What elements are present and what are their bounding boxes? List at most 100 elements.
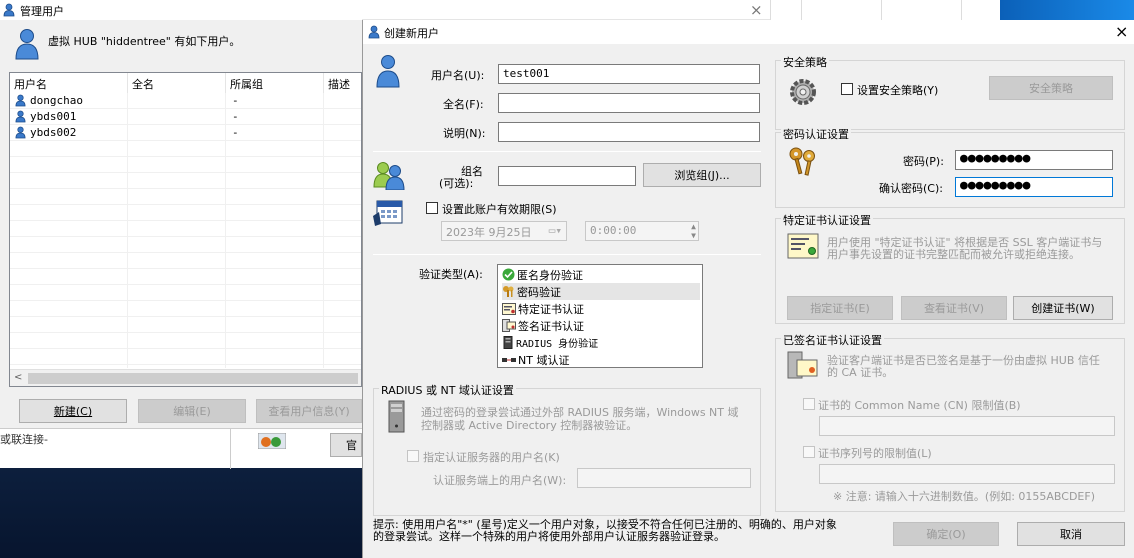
radius-group-title: RADIUS 或 NT 域认证设置: [379, 382, 516, 398]
check-circle-icon: [502, 268, 515, 281]
radius-specify-checkbox[interactable]: [407, 450, 419, 462]
hex-note: ※ 注意: 请输入十六进制数值。(例如: 0155ABCDEF): [833, 490, 1096, 503]
auth-item-password[interactable]: 密码验证: [502, 283, 700, 300]
username-label: 用户名(U):: [431, 69, 485, 82]
confirm-password-label: 确认密码(C):: [879, 182, 943, 195]
radius-desc-line2: 控制器或 Active Directory 控制器被验证。: [421, 419, 638, 432]
certificate-icon: [502, 302, 516, 315]
background-close-icon[interactable]: ×: [750, 1, 763, 19]
username-input[interactable]: test001: [498, 64, 760, 84]
confirm-password-input[interactable]: ●●●●●●●●●: [955, 177, 1113, 197]
password-label: 密码(P):: [903, 155, 944, 168]
specify-cert-button[interactable]: 指定证书(E): [787, 296, 893, 320]
hint-line2: 的登录尝试。这样一个特殊的用户将使用外部用户认证服务器验证登录。: [373, 530, 725, 543]
browse-group-button[interactable]: 浏览组(J)...: [643, 163, 761, 187]
security-policy-button[interactable]: 安全策略: [989, 76, 1113, 100]
signed-cert-icon: [787, 351, 818, 379]
cancel-button[interactable]: 取消: [1017, 522, 1125, 546]
user-icon: [368, 25, 380, 39]
signed-cert-icon: [502, 319, 516, 332]
desktop-background-right: [1000, 0, 1134, 20]
cn-limit-input[interactable]: [819, 416, 1115, 436]
column-header-fullname[interactable]: 全名: [128, 73, 226, 93]
column-header-username[interactable]: 用户名: [10, 73, 128, 93]
auth-item-specific-cert[interactable]: 特定证书认证: [502, 300, 700, 317]
create-cert-button[interactable]: 创建证书(W): [1013, 296, 1113, 320]
security-group-title: 安全策略: [781, 54, 829, 70]
network-status-icon: [258, 433, 286, 449]
scrollbar-thumb[interactable]: [28, 373, 358, 384]
calendar-dropdown-icon[interactable]: ▭▾: [549, 224, 562, 237]
radius-specify-label: 指定认证服务器的用户名(K): [423, 451, 560, 464]
certificate-icon: [787, 233, 819, 259]
dialog-title: 创建新用户: [384, 27, 439, 40]
time-picker[interactable]: 0:00:00 ▲ ▼: [585, 221, 699, 241]
keys-icon: [503, 286, 514, 297]
fullname-label: 全名(F):: [443, 98, 484, 111]
cn-limit-label: 证书的 Common Name (CN) 限制值(B): [818, 399, 1021, 412]
server-tower-icon: [388, 400, 405, 433]
password-input[interactable]: ●●●●●●●●●: [955, 150, 1113, 170]
auth-type-listbox[interactable]: 匿名身份验证 密码验证 特定证书认证 签名证书认证 RADIUS 身份验证 NT…: [497, 264, 703, 368]
scroll-left-icon[interactable]: <: [14, 372, 22, 383]
note-input[interactable]: [498, 122, 760, 142]
auth-type-label: 验证类型(A):: [419, 268, 483, 281]
left-window-title: 管理用户: [20, 5, 64, 18]
group-users-icon: [373, 162, 405, 190]
radius-username-input[interactable]: [577, 468, 751, 488]
password-group-title: 密码认证设置: [781, 126, 851, 142]
horizontal-scrollbar[interactable]: <: [10, 369, 361, 386]
security-check-label: 设置安全策略(Y): [857, 84, 939, 97]
signed-group-title: 已签名证书认证设置: [781, 332, 884, 348]
security-policy-checkbox[interactable]: [841, 83, 853, 95]
desktop-background: [0, 468, 362, 558]
server-icon: [503, 336, 513, 349]
spin-icon[interactable]: ▲ ▼: [691, 222, 696, 240]
serial-limit-input[interactable]: [819, 464, 1115, 484]
gear-icon: [790, 79, 816, 105]
expire-label: 设置此账户有效期限(S): [442, 203, 557, 216]
ok-button[interactable]: 确定(O): [893, 522, 999, 546]
cert-desc-line2: 用户事先设置的证书完整匹配而被允许或拒绝连接。: [827, 248, 1080, 261]
view-user-info-button[interactable]: 查看用户信息(Y): [256, 399, 362, 423]
signed-desc-line2: 的 CA 证书。: [827, 366, 894, 379]
users-list[interactable]: 用户名 全名 所属组 描述 dongchao - ybds001 - ybds0…: [9, 72, 364, 387]
separator: [373, 151, 761, 152]
radius-username-label: 认证服务端上的用户名(W):: [433, 474, 567, 487]
new-user-button[interactable]: 新建(C): [19, 399, 127, 423]
left-title-bar: 管理用户: [0, 0, 362, 20]
edit-user-button[interactable]: 编辑(E): [138, 399, 246, 423]
date-picker[interactable]: 2023年 9月25日 ▭▾: [441, 221, 567, 241]
expire-checkbox[interactable]: [426, 202, 438, 214]
column-header-group[interactable]: 所属组: [226, 73, 324, 93]
create-user-dialog: 创建新用户 × 用户名(U): test001 全名(F): 说明(N): 组名…: [362, 20, 1134, 558]
status-text: 或联连接-: [0, 433, 48, 446]
auth-item-radius[interactable]: RADIUS 身份验证: [502, 334, 700, 351]
group-input[interactable]: [498, 166, 636, 186]
status-divider: [230, 429, 231, 469]
serial-limit-checkbox[interactable]: [803, 446, 815, 458]
cn-limit-checkbox[interactable]: [803, 398, 815, 410]
user-icon: [3, 3, 15, 17]
fullname-input[interactable]: [498, 93, 760, 113]
separator: [373, 254, 761, 255]
background-grid-strip: [770, 0, 1000, 20]
view-cert-button[interactable]: 查看证书(V): [901, 296, 1007, 320]
serial-limit-label: 证书序列号的限制值(L): [818, 447, 932, 460]
group-label-line2: (可选):: [439, 177, 474, 190]
auth-item-anonymous[interactable]: 匿名身份验证: [502, 266, 700, 283]
network-icon: [502, 357, 516, 362]
left-status-line: 或联连接- 官: [0, 428, 362, 469]
close-icon[interactable]: ×: [1115, 22, 1128, 41]
calendar-icon: [373, 200, 403, 226]
manage-users-window: 管理用户 虚拟 HUB "hiddentree" 有如下用户。 用户名 全名 所…: [0, 0, 364, 469]
auth-item-signed-cert[interactable]: 签名证书认证: [502, 317, 700, 334]
note-label: 说明(N):: [443, 127, 486, 140]
user-large-icon: [15, 29, 39, 60]
partial-button[interactable]: 官: [330, 433, 362, 457]
keys-icon: [789, 147, 815, 176]
auth-item-nt-domain[interactable]: NT 域认证: [502, 351, 700, 368]
column-header-description[interactable]: 描述: [324, 73, 364, 93]
grid-lines: [10, 93, 361, 368]
left-header-text: 虚拟 HUB "hiddentree" 有如下用户。: [48, 35, 241, 48]
